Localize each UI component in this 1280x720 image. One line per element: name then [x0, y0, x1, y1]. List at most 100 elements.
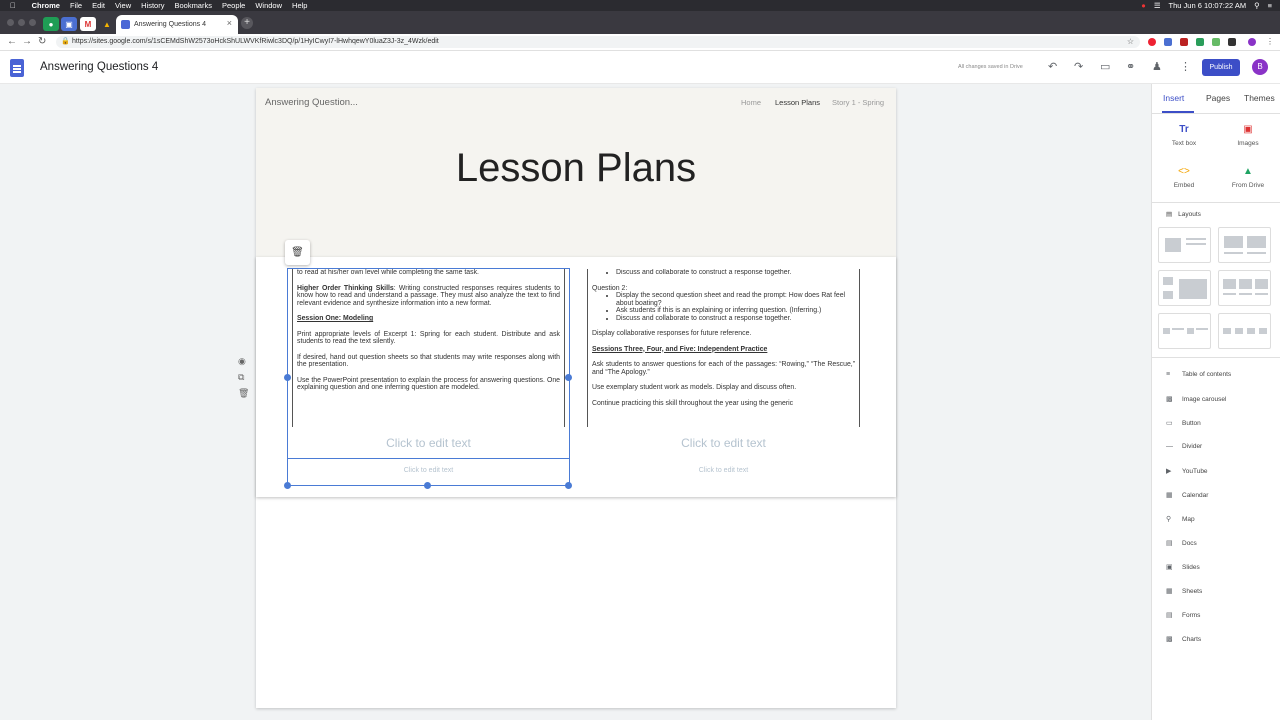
embedded-doc-right[interactable]: Discuss and collaborate to construct a r… [587, 269, 860, 427]
undo-icon[interactable]: ↶ [1048, 60, 1057, 73]
charts-item[interactable]: ▩ Charts [1166, 635, 1201, 643]
text-box-button[interactable]: Tr Text box [1154, 124, 1214, 147]
layout-option[interactable] [1218, 270, 1271, 306]
page-header-banner[interactable]: Answering Question... Home Lesson Plans … [256, 88, 896, 257]
extension-icon[interactable] [1164, 38, 1172, 46]
sheets-item[interactable]: ▦ Sheets [1166, 587, 1202, 595]
menu-edit[interactable]: Edit [92, 0, 105, 11]
apple-menu[interactable]:  [10, 0, 16, 11]
gmail-icon[interactable]: M [80, 17, 96, 31]
tab-active[interactable]: Answering Questions 4 × [116, 15, 238, 34]
menu-history[interactable]: History [141, 0, 164, 11]
delete-icon[interactable]: 🗑 [285, 240, 310, 265]
forward-icon[interactable]: → [22, 36, 32, 47]
menu-view[interactable]: View [115, 0, 131, 11]
site-document-title[interactable]: Answering Questions 4 [40, 61, 158, 73]
layout-option[interactable] [1158, 313, 1211, 349]
youtube-item[interactable]: ▶ YouTube [1166, 467, 1208, 475]
menu-chrome[interactable]: Chrome [32, 0, 60, 11]
extension-icon[interactable] [1180, 38, 1188, 46]
profile-icon[interactable] [1248, 38, 1256, 46]
resize-handle[interactable] [284, 482, 291, 489]
toc-item[interactable]: ≡ Table of contents [1166, 371, 1231, 378]
trash-icon[interactable]: 🗑 [238, 388, 249, 399]
share-icon[interactable]: ♟ [1152, 60, 1162, 73]
wifi-icon[interactable]: ☰ [1154, 0, 1161, 11]
menu-list-icon[interactable]: ≡ [1268, 0, 1272, 11]
new-tab-button[interactable]: + [241, 17, 253, 29]
tab-insert[interactable]: Insert [1163, 93, 1184, 103]
layout-option[interactable] [1218, 313, 1271, 349]
minimize-window-dot[interactable] [18, 19, 25, 26]
search-icon[interactable]: ⚲ [1254, 0, 1260, 11]
slides-item[interactable]: ▣ Slides [1166, 563, 1200, 571]
images-button[interactable]: ▣ Images [1218, 124, 1278, 147]
resize-handle[interactable] [565, 482, 572, 489]
pinned-tab-icon[interactable]: ● [43, 17, 59, 31]
extension-icon[interactable] [1148, 38, 1156, 46]
button-item[interactable]: ▭ Button [1166, 419, 1201, 427]
layout-option[interactable] [1158, 227, 1211, 263]
layout-option[interactable] [1158, 270, 1211, 306]
more-options-icon[interactable]: ⋮ [1180, 60, 1191, 73]
tab-pages[interactable]: Pages [1206, 93, 1230, 103]
menu-people[interactable]: People [222, 0, 245, 11]
duplicate-icon[interactable]: ⧉ [238, 372, 244, 383]
palette-icon[interactable]: ◉ [238, 356, 246, 367]
image-icon: ▣ [1243, 124, 1253, 135]
url-field[interactable]: 🔒 https://sites.google.com/s/1sCEMdShW25… [56, 36, 1140, 48]
bookmark-star-icon[interactable]: ☆ [1127, 36, 1134, 48]
google-sites-logo-icon[interactable] [10, 59, 24, 77]
click-to-edit-placeholder-small[interactable]: Click to edit text [582, 467, 865, 474]
from-drive-button[interactable]: ▲ From Drive [1218, 166, 1278, 189]
close-tab-icon[interactable]: × [227, 18, 232, 28]
menu-window[interactable]: Window [255, 0, 282, 11]
calendar-item[interactable]: ▦ Calendar [1166, 491, 1208, 499]
zoom-window-dot[interactable] [29, 19, 36, 26]
close-window-dot[interactable] [7, 19, 14, 26]
docs-item[interactable]: ▤ Docs [1166, 539, 1197, 547]
record-icon[interactable]: ● [1141, 0, 1146, 11]
extension-icon[interactable] [1196, 38, 1204, 46]
menu-bookmarks[interactable]: Bookmarks [174, 0, 212, 11]
link-icon[interactable]: ⚭ [1126, 60, 1135, 73]
tab-title: Answering Questions 4 [134, 21, 206, 28]
drive-icon[interactable]: ▲ [99, 17, 115, 31]
menu-file[interactable]: File [70, 0, 82, 11]
back-icon[interactable]: ← [7, 36, 17, 47]
content-section[interactable]: to read at his/her own level while compl… [256, 257, 896, 497]
clock[interactable]: Thu Jun 6 10:07:22 AM [1169, 0, 1247, 11]
selection-box[interactable] [287, 268, 570, 486]
click-to-edit-placeholder-small[interactable]: Click to edit text [287, 467, 570, 474]
preview-icon[interactable]: ▭ [1100, 60, 1110, 73]
divider-item[interactable]: — Divider [1166, 443, 1202, 450]
nav-link-lesson-plans[interactable]: Lesson Plans [775, 98, 820, 107]
more-icon[interactable]: ⋮ [1266, 38, 1274, 46]
resize-handle[interactable] [565, 374, 572, 381]
resize-handle[interactable] [424, 482, 431, 489]
extension-icon[interactable] [1212, 38, 1220, 46]
menu-help[interactable]: Help [292, 0, 307, 11]
page-title[interactable]: Lesson Plans [256, 146, 896, 191]
image-carousel-item[interactable]: ▩ Image carousel [1166, 395, 1226, 403]
tab-themes[interactable]: Themes [1244, 93, 1275, 103]
extension-icon[interactable] [1228, 38, 1236, 46]
pinned-tab-icon[interactable]: ▣ [61, 17, 77, 31]
nav-link-story-1[interactable]: Story 1 - Spring [832, 98, 884, 107]
resize-handle[interactable] [284, 374, 291, 381]
reload-icon[interactable]: ↻ [38, 36, 46, 47]
click-to-edit-placeholder-large[interactable]: Click to edit text [287, 436, 570, 450]
embed-button[interactable]: <> Embed [1154, 166, 1214, 189]
nav-link-home[interactable]: Home [741, 98, 761, 107]
map-item[interactable]: ⚲ Map [1166, 515, 1195, 523]
layout-option[interactable] [1218, 227, 1271, 263]
lock-icon[interactable]: 🔒 [61, 36, 70, 48]
layouts-header[interactable]: ▤ Layouts [1166, 210, 1201, 218]
forms-item[interactable]: ▤ Forms [1166, 611, 1200, 619]
avatar[interactable]: B [1252, 59, 1268, 75]
redo-icon[interactable]: ↷ [1074, 60, 1083, 73]
publish-button[interactable]: Publish [1202, 59, 1240, 76]
site-name[interactable]: Answering Question... [265, 97, 358, 108]
layouts-icon: ▤ [1166, 211, 1173, 218]
click-to-edit-placeholder-large[interactable]: Click to edit text [582, 436, 865, 450]
